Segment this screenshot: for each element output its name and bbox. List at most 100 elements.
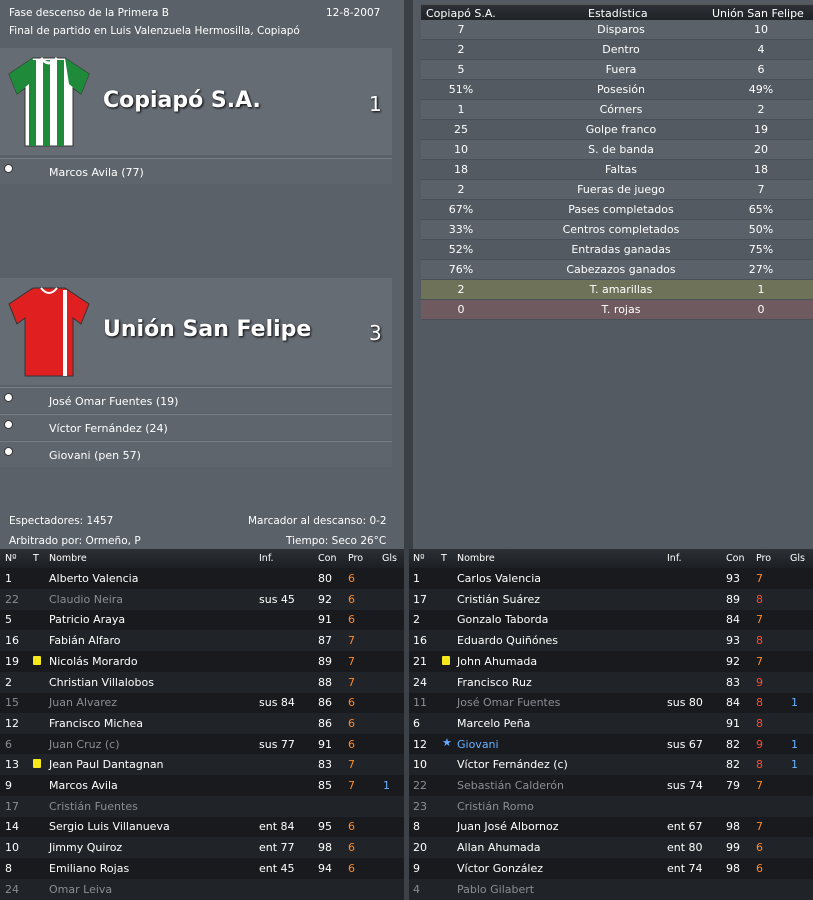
col-name[interactable]: Nombre	[49, 553, 87, 564]
player-name[interactable]: Allan Ahumada	[457, 841, 541, 854]
player-name[interactable]: Emiliano Rojas	[49, 862, 129, 875]
lineup-row[interactable]: 16 Fabián Alfaro 87 7	[0, 630, 404, 652]
col-t[interactable]: T	[441, 553, 447, 564]
col-t[interactable]: T	[33, 553, 39, 564]
lineup-row[interactable]: 22 Claudio Neira sus 45 92 6	[0, 588, 404, 610]
lineup-row[interactable]: 2 Christian Villalobos 88 7	[0, 671, 404, 693]
lineup-row[interactable]: 12 Francisco Michea 86 6	[0, 712, 404, 734]
player-name[interactable]: Alberto Valencia	[49, 572, 138, 585]
player-name[interactable]: Cristián Suárez	[457, 593, 540, 606]
player-number: 1	[413, 572, 420, 585]
player-name[interactable]: Nicolás Morardo	[49, 655, 138, 668]
away-scorer[interactable]: Víctor Fernández (24)	[49, 422, 168, 435]
stat-away-value: 6	[757, 63, 765, 76]
player-name[interactable]: Sergio Luis Villanueva	[49, 820, 170, 833]
player-name[interactable]: Carlos Valencia	[457, 572, 541, 585]
panel-divider[interactable]	[404, 0, 413, 549]
col-inf[interactable]: Inf.	[667, 553, 682, 564]
col-num[interactable]: Nº	[5, 553, 17, 564]
lineup-row[interactable]: 24 Francisco Ruz 83 9	[409, 671, 813, 693]
lineup-row[interactable]: 19 Nicolás Morardo 89 7	[0, 651, 404, 672]
player-name[interactable]: Cristián Romo	[457, 800, 534, 813]
lineup-row[interactable]: 15 Juan Alvarez sus 84 86 6	[0, 692, 404, 713]
col-inf[interactable]: Inf.	[259, 553, 274, 564]
player-number: 12	[5, 716, 19, 730]
lineup-row[interactable]: 12 ★ Giovani sus 67 82 9 1	[409, 734, 813, 755]
player-name[interactable]: Pablo Gilabert	[457, 883, 534, 896]
player-name[interactable]: Gonzalo Taborda	[457, 613, 548, 626]
stat-away-value: 4	[757, 43, 765, 56]
player-number: 10	[5, 841, 19, 855]
col-gls[interactable]: Gls	[790, 553, 805, 564]
player-info: ent 67	[667, 820, 703, 834]
player-name[interactable]: Francisco Ruz	[457, 676, 532, 689]
stat-label: Fuera	[605, 63, 637, 76]
stat-row: 2 Fueras de juego 7	[421, 180, 813, 200]
lineup-row[interactable]: 13 Jean Paul Dantagnan 83 7	[0, 754, 404, 776]
lineup-row[interactable]: 14 Sergio Luis Villanueva ent 84 95 6	[0, 816, 404, 837]
col-pro[interactable]: Pro	[348, 553, 363, 564]
lineup-row[interactable]: 4 Pablo Gilabert	[409, 878, 813, 900]
player-name[interactable]: Juan Cruz (c)	[49, 738, 120, 751]
goal-ball-icon	[4, 420, 13, 429]
stat-row: 52% Entradas ganadas 75%	[421, 240, 813, 260]
man-of-match-star-icon: ★	[442, 735, 452, 749]
player-name[interactable]: Claudio Neira	[49, 593, 123, 606]
player-name[interactable]: Giovani	[457, 738, 499, 751]
player-name[interactable]: Marcelo Peña	[457, 717, 530, 730]
lineup-row[interactable]: 1 Alberto Valencia 80 6	[0, 568, 404, 589]
player-condition: 82	[726, 758, 740, 772]
player-name[interactable]: John Ahumada	[457, 655, 537, 668]
player-name[interactable]: Víctor Fernández (c)	[457, 758, 568, 771]
lineup-row[interactable]: 17 Cristián Fuentes	[0, 795, 404, 817]
player-rating: 7	[348, 758, 355, 772]
player-name[interactable]: Víctor González	[457, 862, 543, 875]
player-name[interactable]: Patricio Araya	[49, 613, 125, 626]
lineup-row[interactable]: 6 Juan Cruz (c) sus 77 91 6	[0, 734, 404, 755]
col-gls[interactable]: Gls	[382, 553, 397, 564]
lineup-row[interactable]: 5 Patricio Araya 91 6	[0, 609, 404, 630]
away-team-name[interactable]: Unión San Felipe	[103, 317, 311, 342]
player-name[interactable]: Juan Alvarez	[49, 696, 117, 709]
lineup-row[interactable]: 8 Emiliano Rojas ent 45 94 6	[0, 858, 404, 879]
lineup-row[interactable]: 23 Cristián Romo	[409, 795, 813, 817]
player-name[interactable]: Marcos Avila	[49, 779, 118, 792]
lineup-row[interactable]: 20 Allan Ahumada ent 80 99 6	[409, 837, 813, 859]
lineup-row[interactable]: 16 Eduardo Quiñónes 93 8	[409, 630, 813, 652]
lineup-row[interactable]: 9 Víctor González ent 74 98 6	[409, 858, 813, 879]
lineup-row[interactable]: 6 Marcelo Peña 91 8	[409, 712, 813, 734]
col-con[interactable]: Con	[318, 553, 336, 564]
col-con[interactable]: Con	[726, 553, 744, 564]
player-name[interactable]: Christian Villalobos	[49, 676, 154, 689]
lineup-row[interactable]: 22 Sebastián Calderón sus 74 79 7	[409, 775, 813, 796]
player-name[interactable]: Eduardo Quiñónes	[457, 634, 558, 647]
player-name[interactable]: Fabián Alfaro	[49, 634, 121, 647]
player-name[interactable]: José Omar Fuentes	[457, 696, 560, 709]
lineup-row[interactable]: 9 Marcos Avila 85 7 1	[0, 775, 404, 796]
player-name[interactable]: Juan José Albornoz	[457, 820, 559, 833]
player-name[interactable]: Jean Paul Dantagnan	[49, 758, 164, 771]
player-name[interactable]: Sebastián Calderón	[457, 779, 564, 792]
lineup-row[interactable]: 21 John Ahumada 92 7	[409, 651, 813, 672]
away-scorer[interactable]: José Omar Fuentes (19)	[49, 395, 178, 408]
lineup-row[interactable]: 24 Omar Leiva	[0, 878, 404, 900]
player-number: 2	[413, 613, 420, 627]
stat-home-value: 2	[457, 283, 465, 296]
lineup-row[interactable]: 1 Carlos Valencia 93 7	[409, 568, 813, 589]
away-scorer[interactable]: Giovani (pen 57)	[49, 449, 141, 462]
col-num[interactable]: Nº	[413, 553, 425, 564]
lineup-row[interactable]: 10 Jimmy Quiroz ent 77 98 6	[0, 837, 404, 859]
lineup-row[interactable]: 2 Gonzalo Taborda 84 7	[409, 609, 813, 630]
lineup-row[interactable]: 8 Juan José Albornoz ent 67 98 7	[409, 816, 813, 837]
col-name[interactable]: Nombre	[457, 553, 495, 564]
lineup-row[interactable]: 17 Cristián Suárez 89 8	[409, 588, 813, 610]
lineup-row[interactable]: 10 Víctor Fernández (c) 82 8 1	[409, 754, 813, 776]
lineup-row[interactable]: 11 José Omar Fuentes sus 80 84 8 1	[409, 692, 813, 713]
player-name[interactable]: Jimmy Quiroz	[49, 841, 122, 854]
player-name[interactable]: Francisco Michea	[49, 717, 143, 730]
col-pro[interactable]: Pro	[756, 553, 771, 564]
player-name[interactable]: Omar Leiva	[49, 883, 112, 896]
home-team-name[interactable]: Copiapó S.A.	[103, 88, 261, 113]
player-name[interactable]: Cristián Fuentes	[49, 800, 138, 813]
home-scorer[interactable]: Marcos Avila (77)	[49, 166, 144, 179]
